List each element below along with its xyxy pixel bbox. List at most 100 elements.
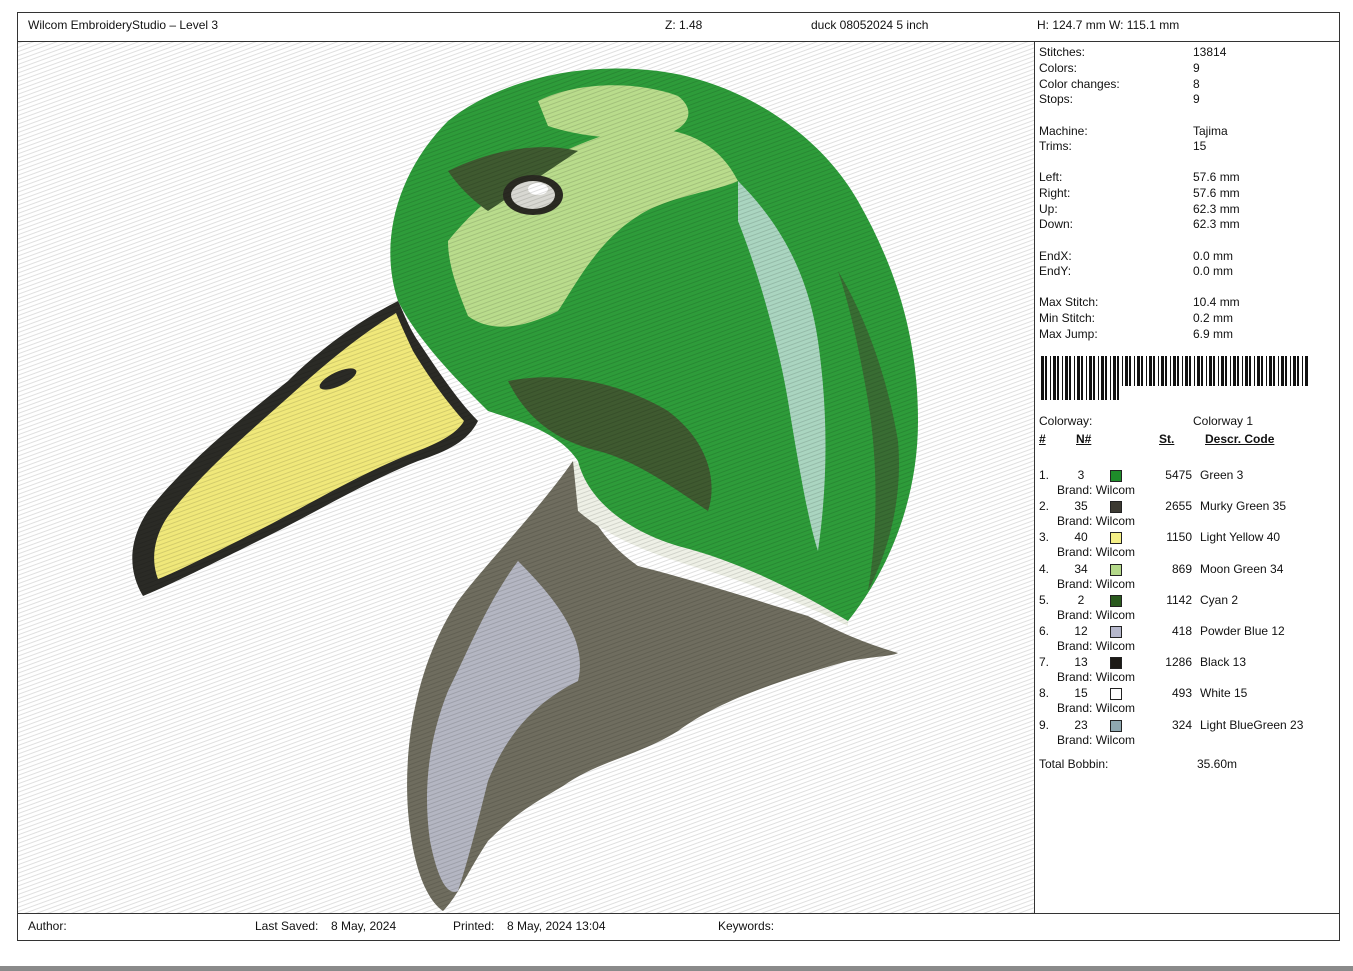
duck-embroidery-image bbox=[18, 41, 1034, 914]
stat-row: Min Stitch: 0.2 mm bbox=[1039, 311, 1339, 326]
barcode-bar bbox=[1230, 356, 1231, 386]
barcode-bar bbox=[1221, 356, 1224, 386]
stat-label: Stitches: bbox=[1039, 45, 1086, 59]
thread-color-swatch bbox=[1110, 688, 1122, 701]
stat-value: 9 bbox=[1193, 92, 1200, 106]
printed-label: Printed: bbox=[453, 919, 495, 933]
barcode-bar bbox=[1170, 356, 1171, 386]
thread-row: 3. 40 1150 Light Yellow 40 Brand: Wilcom bbox=[1039, 530, 1339, 561]
stat-value: 6.9 mm bbox=[1193, 327, 1234, 341]
barcode-bar bbox=[1089, 356, 1092, 400]
thread-color-swatch bbox=[1110, 501, 1122, 514]
barcode-bar bbox=[1285, 356, 1287, 386]
thread-color-swatch bbox=[1110, 594, 1122, 607]
barcode-bar bbox=[1242, 356, 1243, 386]
barcode-bar bbox=[1302, 356, 1303, 386]
stat-value: Tajima bbox=[1193, 124, 1228, 138]
barcode-bar bbox=[1293, 356, 1296, 386]
barcode-bar bbox=[1057, 356, 1059, 400]
stat-row: EndY: 0.0 mm bbox=[1039, 264, 1339, 279]
barcode-bar bbox=[1213, 356, 1215, 386]
col-description: Descr. Code bbox=[1205, 432, 1275, 446]
thread-description: Powder Blue 12 bbox=[1200, 624, 1285, 638]
thread-row: 7. 13 1286 Black 13 Brand: Wilcom bbox=[1039, 655, 1339, 686]
thread-index: 9. bbox=[1039, 717, 1050, 732]
stat-label: Stops: bbox=[1039, 92, 1074, 106]
stat-row: EndX: 0.0 mm bbox=[1039, 249, 1339, 264]
barcode-bar bbox=[1122, 356, 1123, 386]
barcode-bar bbox=[1069, 356, 1071, 400]
barcode-bar bbox=[1041, 356, 1044, 400]
thread-needle: 3 bbox=[1077, 468, 1085, 482]
thread-description: White 15 bbox=[1200, 686, 1248, 701]
thread-brand: Brand: Wilcom bbox=[1057, 670, 1136, 685]
bobbin-row: Total Bobbin: 35.60m bbox=[1039, 757, 1238, 771]
thread-brand: Brand: Wilcom bbox=[1057, 514, 1136, 529]
thread-row: 5. 2 1142 Cyan 2 Brand: Wilcom bbox=[1039, 593, 1339, 624]
thread-brand: Brand: Wilcom bbox=[1057, 545, 1136, 560]
thread-index: 3. bbox=[1039, 530, 1050, 545]
thread-stitches: 1142 bbox=[1166, 592, 1192, 607]
barcode-bar bbox=[1278, 356, 1279, 386]
thread-needle: 15 bbox=[1074, 686, 1088, 701]
barcode-bar bbox=[1105, 356, 1107, 400]
barcode-bar bbox=[1149, 356, 1152, 386]
barcode-bar bbox=[1173, 356, 1176, 386]
stat-label: Color changes: bbox=[1039, 77, 1120, 91]
barcode-bar bbox=[1113, 356, 1116, 400]
barcode-bar bbox=[1081, 356, 1083, 400]
thread-index: 5. bbox=[1039, 592, 1050, 607]
last-saved-label: Last Saved: bbox=[255, 919, 319, 933]
last-saved-value: 8 May, 2024 bbox=[331, 919, 397, 933]
barcode-bar bbox=[1125, 356, 1128, 386]
barcode-bar bbox=[1117, 356, 1119, 400]
design-size: H: 124.7 mm W: 115.1 mm bbox=[1037, 18, 1180, 32]
barcode-bar bbox=[1254, 356, 1255, 386]
barcode-bar bbox=[1185, 356, 1188, 386]
stat-label: Left: bbox=[1039, 170, 1063, 184]
thread-color-swatch bbox=[1110, 657, 1122, 670]
barcode-bar bbox=[1201, 356, 1203, 386]
barcode-bar bbox=[1257, 356, 1260, 386]
thread-color-swatch bbox=[1110, 626, 1122, 638]
thread-description: Green 3 bbox=[1200, 468, 1244, 482]
thread-index: 2. bbox=[1039, 499, 1050, 514]
barcode-bar bbox=[1182, 356, 1183, 386]
stat-value: 62.3 mm bbox=[1193, 202, 1240, 216]
design-canvas[interactable] bbox=[18, 41, 1035, 914]
window-bottom-edge bbox=[0, 966, 1353, 971]
barcode-bar bbox=[1237, 356, 1239, 386]
thread-stitches: 324 bbox=[1171, 717, 1192, 732]
barcode-bar bbox=[1305, 356, 1308, 386]
col-stitches: St. bbox=[1159, 432, 1175, 446]
stat-row: Stops: 9 bbox=[1039, 92, 1339, 107]
thread-color-swatch bbox=[1110, 563, 1122, 576]
barcode-bar bbox=[1273, 356, 1275, 386]
stat-label: Max Jump: bbox=[1039, 327, 1098, 341]
barcode bbox=[1041, 356, 1311, 400]
thread-needle: 12 bbox=[1074, 624, 1088, 638]
stat-label: Trims: bbox=[1039, 139, 1072, 153]
barcode-bar bbox=[1062, 356, 1063, 400]
thread-stitches: 418 bbox=[1171, 624, 1192, 638]
stat-value: 0.0 mm bbox=[1193, 249, 1234, 263]
header-bar: Wilcom EmbroideryStudio – Level 3 Z: 1.4… bbox=[18, 13, 1339, 42]
barcode-bar bbox=[1281, 356, 1284, 386]
thread-description: Light BlueGreen 23 bbox=[1200, 717, 1304, 732]
col-index: # bbox=[1039, 432, 1046, 446]
barcode-bar bbox=[1101, 356, 1104, 400]
thread-color-swatch bbox=[1110, 470, 1122, 482]
barcode-bar bbox=[1045, 356, 1047, 400]
stat-row: Color changes: 8 bbox=[1039, 77, 1339, 92]
stat-value: 9 bbox=[1193, 61, 1200, 75]
stat-row: Trims: 15 bbox=[1039, 139, 1339, 154]
thread-needle: 23 bbox=[1074, 717, 1088, 732]
thread-brand: Brand: Wilcom bbox=[1057, 732, 1136, 747]
barcode-bar bbox=[1086, 356, 1087, 400]
thread-index: 8. bbox=[1039, 686, 1050, 701]
zoom-level: Z: 1.48 bbox=[665, 18, 703, 32]
stat-row: Down: 62.3 mm bbox=[1039, 217, 1339, 232]
thread-row: 8. 15 493 White 15 Brand: Wilcom bbox=[1039, 686, 1339, 717]
footer-bar: Author: Last Saved: 8 May, 2024 Printed:… bbox=[18, 913, 1339, 940]
thread-stitches: 1150 bbox=[1166, 530, 1192, 545]
